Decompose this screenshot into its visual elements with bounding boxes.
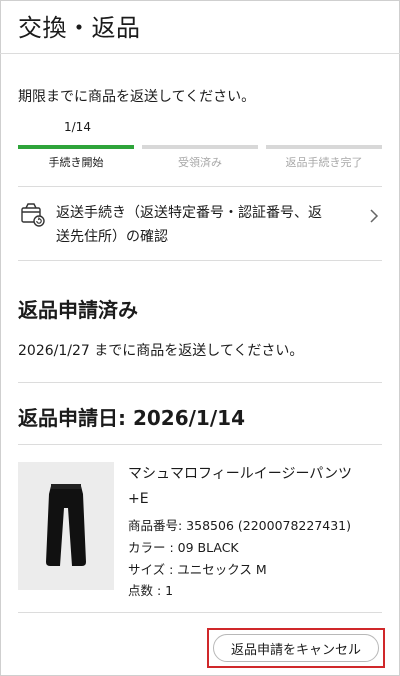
progress-step-label: 手続き開始 <box>48 156 104 169</box>
return-procedure-link[interactable]: 返送手続き（返送特定番号・認証番号、返 送先住所）の確認 <box>18 188 382 258</box>
request-date: 返品申請日: 2026/1/14 <box>18 406 245 430</box>
progress-bar-step-3 <box>266 145 382 149</box>
cancel-highlight: 返品申請をキャンセル <box>207 628 385 668</box>
page-header: 交換・返品 <box>0 0 400 54</box>
divider <box>18 444 382 445</box>
progress-bar-step-2 <box>142 145 258 149</box>
progress-bar-step-1 <box>18 145 134 149</box>
return-procedure-text: 返送手続き（返送特定番号・認証番号、返 送先住所）の確認 <box>56 205 322 245</box>
divider <box>18 186 382 187</box>
return-instruction: 期限までに商品を返送してください。 <box>18 89 256 105</box>
progress-step-label: 受領済み <box>178 156 222 169</box>
divider <box>18 612 382 613</box>
cancel-return-button[interactable]: 返品申請をキャンセル <box>213 634 379 662</box>
product-quantity: 点数 : 1 <box>128 583 174 598</box>
product-number: 商品番号: 358506 (2200078227431) <box>128 518 352 533</box>
progress-count: 1/14 <box>64 120 91 134</box>
page-title: 交換・返品 <box>18 14 141 42</box>
product-image <box>18 462 114 590</box>
product-color: カラー : 09 BLACK <box>128 540 239 555</box>
chevron-right-icon <box>368 208 380 224</box>
divider <box>18 260 382 261</box>
status-title: 返品申請済み <box>18 298 138 322</box>
product-size: サイズ : ユニセックス M <box>128 562 267 577</box>
return-deadline: 2026/1/27 までに商品を返送してください。 <box>18 343 304 359</box>
progress-step-label: 返品手続き完了 <box>285 156 363 169</box>
divider <box>18 382 382 383</box>
product-name: マシュマロフィールイージーパンツ +E <box>128 466 352 507</box>
return-box-icon <box>20 202 46 228</box>
